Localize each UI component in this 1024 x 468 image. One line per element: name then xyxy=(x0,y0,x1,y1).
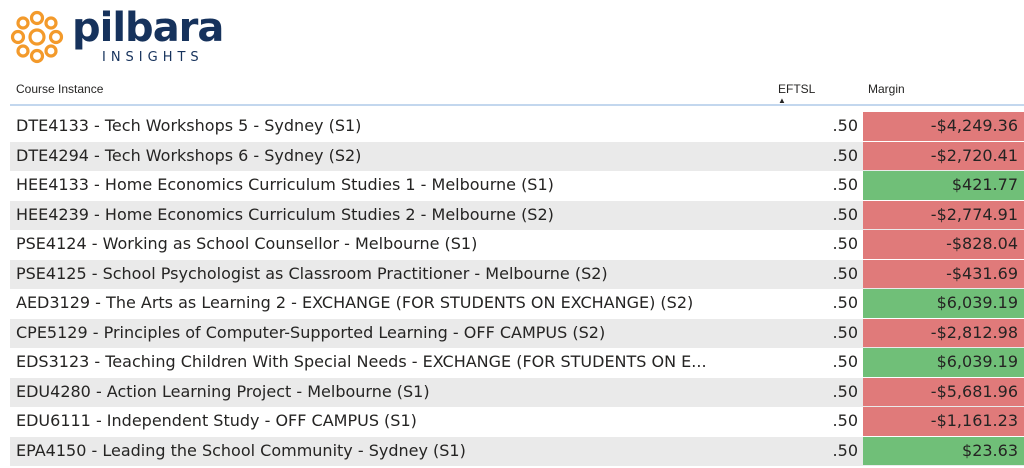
table-header: Course Instance EFTSL ▲ Margin xyxy=(10,78,1024,106)
cell-margin: $6,039.19 xyxy=(863,348,1024,377)
cell-course-instance: EDS3123 - Teaching Children With Special… xyxy=(16,352,707,371)
cell-eftsl: .50 xyxy=(832,204,858,224)
cell-eftsl: .50 xyxy=(832,411,858,430)
table-body: DTE4133 - Tech Workshops 5 - Sydney (S1)… xyxy=(10,112,1024,466)
cell-course-instance: EPA4150 - Leading the School Community -… xyxy=(16,440,466,460)
pilbara-logo-icon xyxy=(10,10,64,64)
table-row[interactable]: EDU6111 - Independent Study - OFF CAMPUS… xyxy=(10,407,1024,437)
cell-course-instance: HEE4239 - Home Economics Curriculum Stud… xyxy=(16,204,554,224)
table-row[interactable]: EPA4150 - Leading the School Community -… xyxy=(10,436,1024,466)
cell-margin: -$431.69 xyxy=(863,259,1024,288)
cell-course-instance: DTE4133 - Tech Workshops 5 - Sydney (S1) xyxy=(16,116,362,135)
column-header-course[interactable]: Course Instance xyxy=(16,82,103,96)
cell-eftsl: .50 xyxy=(832,440,858,460)
cell-margin: -$828.04 xyxy=(863,230,1024,259)
cell-margin: $421.77 xyxy=(863,171,1024,200)
cell-course-instance: HEE4133 - Home Economics Curriculum Stud… xyxy=(16,175,554,194)
cell-margin: $23.63 xyxy=(863,436,1024,465)
table-row[interactable]: EDU4280 - Action Learning Project - Melb… xyxy=(10,377,1024,407)
cell-course-instance: AED3129 - The Arts as Learning 2 - EXCHA… xyxy=(16,293,694,312)
cell-eftsl: .50 xyxy=(832,381,858,401)
pilbara-insights-logo: pilbara INSIGHTS xyxy=(6,5,224,66)
cell-eftsl: .50 xyxy=(832,116,858,135)
logo-subtitle: INSIGHTS xyxy=(102,50,204,65)
table-row[interactable]: CPE5129 - Principles of Computer-Support… xyxy=(10,318,1024,348)
table-row[interactable]: PSE4125 - School Psychologist as Classro… xyxy=(10,259,1024,289)
table-row[interactable]: HEE4239 - Home Economics Curriculum Stud… xyxy=(10,200,1024,230)
table-row[interactable]: EDS3123 - Teaching Children With Special… xyxy=(10,348,1024,378)
cell-course-instance: PSE4124 - Working as School Counsellor -… xyxy=(16,234,478,253)
cell-margin: -$1,161.23 xyxy=(863,407,1024,436)
table-row[interactable]: DTE4294 - Tech Workshops 6 - Sydney (S2)… xyxy=(10,141,1024,171)
cell-course-instance: CPE5129 - Principles of Computer-Support… xyxy=(16,322,606,342)
cell-margin: -$2,774.91 xyxy=(863,200,1024,229)
cell-margin: -$2,812.98 xyxy=(863,318,1024,347)
cell-margin: $6,039.19 xyxy=(863,289,1024,318)
cell-eftsl: .50 xyxy=(832,322,858,342)
cell-eftsl: .50 xyxy=(832,293,858,312)
cell-margin: -$2,720.41 xyxy=(863,141,1024,170)
table-row[interactable]: PSE4124 - Working as School Counsellor -… xyxy=(10,230,1024,260)
cell-course-instance: EDU4280 - Action Learning Project - Melb… xyxy=(16,381,430,401)
cell-eftsl: .50 xyxy=(832,145,858,165)
cell-course-instance: DTE4294 - Tech Workshops 6 - Sydney (S2) xyxy=(16,145,362,165)
cell-eftsl: .50 xyxy=(832,234,858,253)
column-header-eftsl[interactable]: EFTSL xyxy=(778,82,815,96)
cell-margin: -$4,249.36 xyxy=(863,112,1024,141)
cell-course-instance: PSE4125 - School Psychologist as Classro… xyxy=(16,263,608,283)
table-row[interactable]: HEE4133 - Home Economics Curriculum Stud… xyxy=(10,171,1024,201)
table-row[interactable]: AED3129 - The Arts as Learning 2 - EXCHA… xyxy=(10,289,1024,319)
cell-margin: -$5,681.96 xyxy=(863,377,1024,406)
cell-eftsl: .50 xyxy=(832,352,858,371)
cell-eftsl: .50 xyxy=(832,263,858,283)
logo-wordmark: pilbara xyxy=(72,5,224,51)
course-margin-table: Course Instance EFTSL ▲ Margin DTE4133 -… xyxy=(10,78,1024,468)
table-row[interactable]: DTE4133 - Tech Workshops 5 - Sydney (S1)… xyxy=(10,112,1024,142)
cell-eftsl: .50 xyxy=(832,175,858,194)
column-header-margin[interactable]: Margin xyxy=(868,82,905,96)
cell-course-instance: EDU6111 - Independent Study - OFF CAMPUS… xyxy=(16,411,417,430)
sort-ascending-icon: ▲ xyxy=(778,96,786,105)
